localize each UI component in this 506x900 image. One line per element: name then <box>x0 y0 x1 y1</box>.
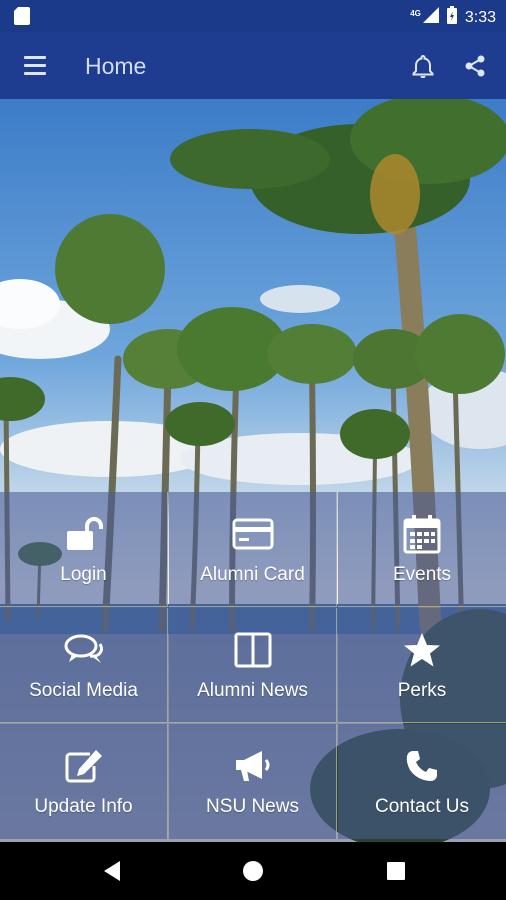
alumni-card-tile[interactable]: Alumni Card <box>169 492 337 607</box>
login-tile[interactable]: Login <box>0 492 168 607</box>
status-bar: 4G 3:33 <box>0 0 506 32</box>
update-info-tile[interactable]: Update Info <box>0 724 168 839</box>
clock: 3:33 <box>464 8 496 26</box>
menu-grid: Login Alumni Card Events Social Media Al… <box>0 492 506 841</box>
home-icon[interactable] <box>242 860 264 887</box>
edit-icon <box>0 746 167 786</box>
page-title: Home <box>85 53 147 79</box>
signal-icon <box>422 7 439 28</box>
update-info-label: Update Info <box>34 796 133 817</box>
network-type: 4G <box>410 9 421 18</box>
unlock-icon <box>0 514 167 554</box>
star-icon <box>338 630 506 670</box>
share-icon[interactable] <box>464 55 486 82</box>
newspaper-icon <box>169 630 336 670</box>
contact-us-tile[interactable]: Contact Us <box>338 724 506 839</box>
social-media-label: Social Media <box>29 680 138 701</box>
alumni-news-label: Alumni News <box>197 680 308 701</box>
megaphone-icon <box>169 746 336 786</box>
perks-tile[interactable]: Perks <box>338 608 506 723</box>
social-media-tile[interactable]: Social Media <box>0 608 168 723</box>
nsu-news-label: NSU News <box>206 796 299 817</box>
chat-icon <box>0 630 167 670</box>
sd-card-icon <box>14 7 30 30</box>
card-icon <box>169 514 336 554</box>
app-bar: Home <box>0 32 506 99</box>
phone-icon <box>338 746 506 786</box>
battery-icon <box>446 6 457 29</box>
login-label: Login <box>60 564 107 585</box>
contact-us-label: Contact Us <box>375 796 469 817</box>
events-label: Events <box>392 564 452 585</box>
back-icon[interactable] <box>102 860 122 887</box>
alumni-news-tile[interactable]: Alumni News <box>169 608 337 723</box>
notifications-bell-icon[interactable] <box>412 54 434 83</box>
menu-button[interactable] <box>24 56 46 76</box>
recents-icon[interactable] <box>386 861 406 886</box>
perks-label: Perks <box>397 680 447 701</box>
events-tile[interactable]: Events <box>338 492 506 607</box>
alumni-card-label: Alumni Card <box>200 564 305 585</box>
calendar-icon <box>338 514 506 554</box>
system-nav-bar <box>0 842 506 900</box>
nsu-news-tile[interactable]: NSU News <box>169 724 337 839</box>
